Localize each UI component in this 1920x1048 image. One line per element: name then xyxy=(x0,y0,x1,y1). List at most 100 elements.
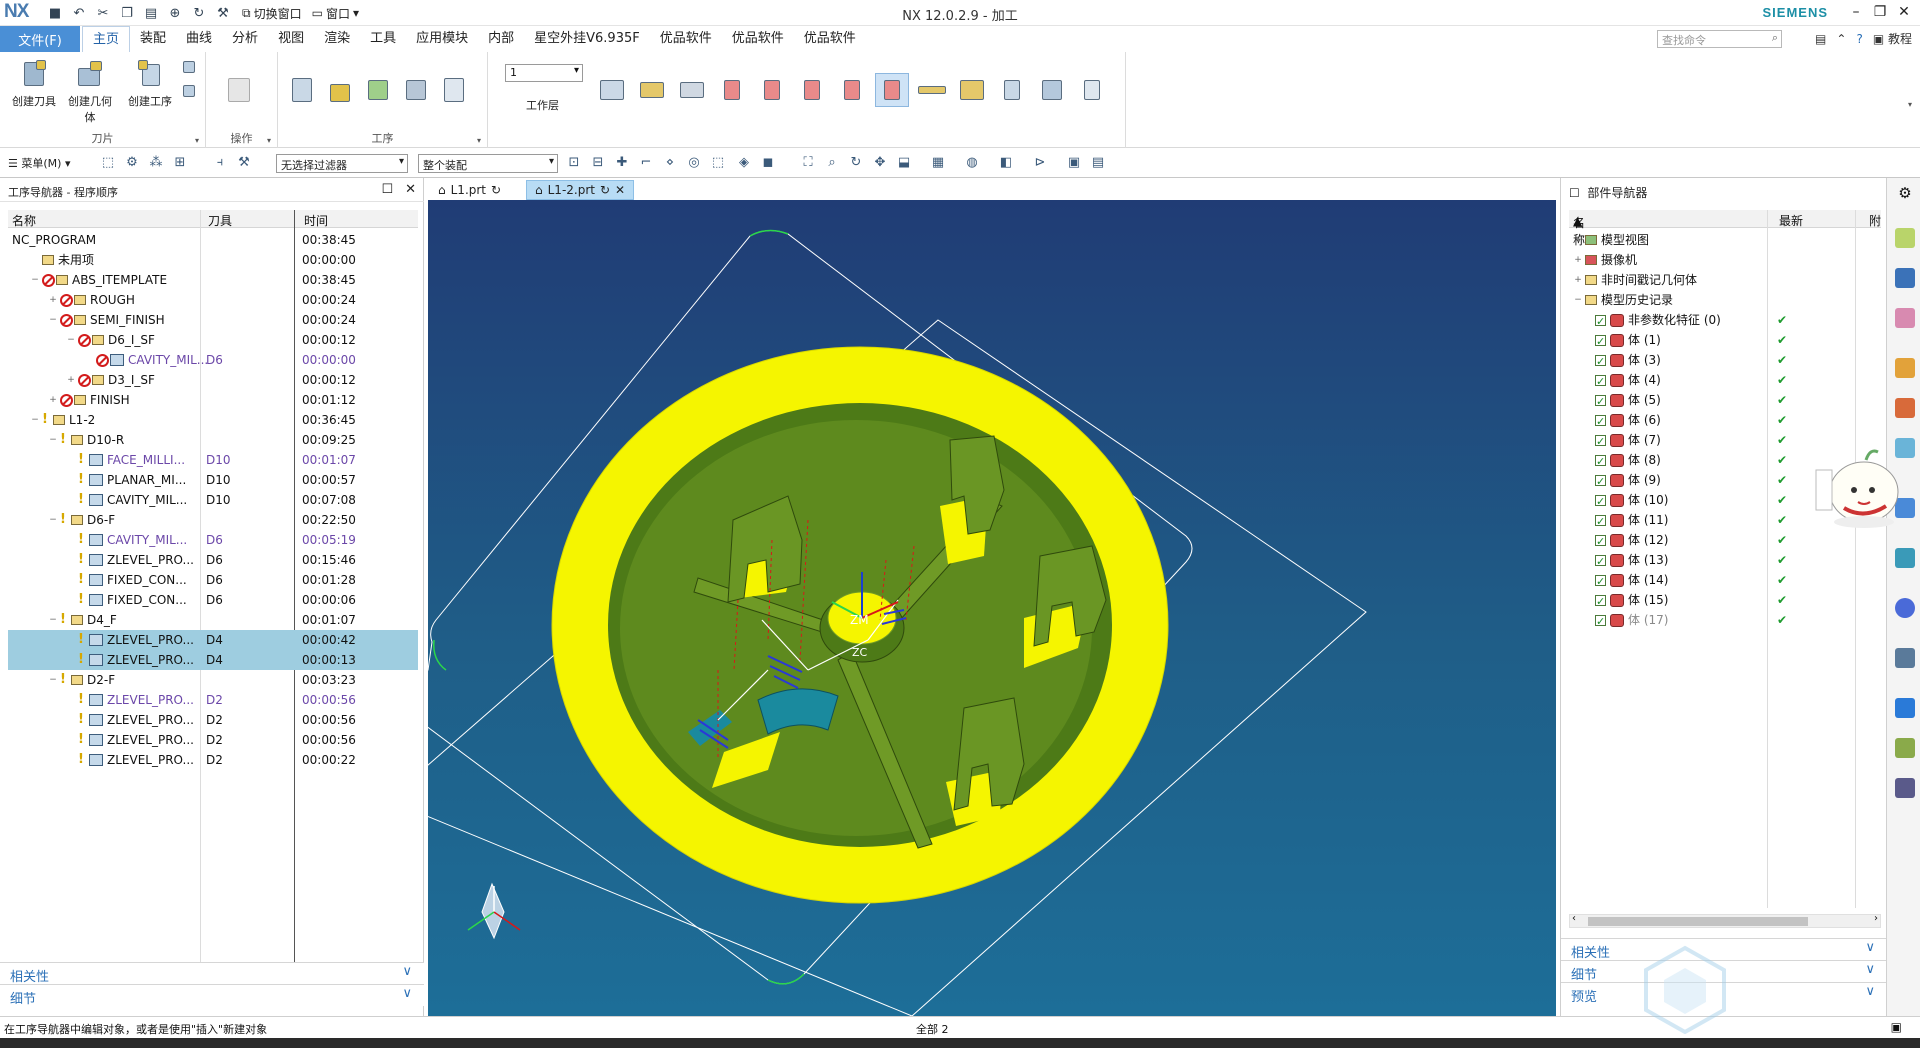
rotate-view-icon[interactable]: ↻ xyxy=(848,155,864,171)
collapse-icon[interactable]: − xyxy=(48,670,58,690)
select-all-icon[interactable]: ⊡ xyxy=(566,155,582,171)
tab-8[interactable]: 内部 xyxy=(478,26,524,52)
expand-icon[interactable]: + xyxy=(48,290,58,310)
box-select-icon[interactable]: ⬚ xyxy=(710,155,726,171)
list-item[interactable]: 体 (14) ✔ xyxy=(1569,570,1881,592)
switch-window-button[interactable]: ⧉ 切换窗口 xyxy=(242,5,302,22)
collapse-icon[interactable]: − xyxy=(66,330,76,350)
column-tool[interactable]: 刀具 xyxy=(208,212,232,229)
create-operation-button[interactable]: 创建工序 xyxy=(124,58,176,109)
list-item[interactable]: 体 (15) ✔ xyxy=(1569,590,1881,612)
measure-angle-icon[interactable] xyxy=(956,74,988,106)
list-item[interactable]: 体 (4) ✔ xyxy=(1569,370,1881,392)
show-hide-icon[interactable]: ⊳ xyxy=(1032,155,1048,171)
tab-12[interactable]: 优品软件 xyxy=(794,26,866,52)
roles-icon[interactable] xyxy=(1895,778,1915,798)
list-item[interactable]: 体 (17) ✔ xyxy=(1569,610,1881,632)
table-row[interactable]: ! ZLEVEL_PRO... D2 00:00:56 xyxy=(8,690,418,710)
table-row[interactable]: − ABS_ITEMPLATE 00:38:45 xyxy=(8,270,418,290)
visibility-checkbox[interactable] xyxy=(1595,412,1606,432)
expand-icon[interactable]: + xyxy=(1573,230,1583,250)
copy-icon[interactable]: ❐ xyxy=(118,4,136,22)
measure-distance-icon[interactable] xyxy=(916,74,948,106)
collapse-icon[interactable]: − xyxy=(30,270,40,290)
visibility-checkbox[interactable] xyxy=(1595,472,1606,492)
collapse-icon[interactable]: − xyxy=(48,510,58,530)
table-row[interactable]: + D3_I_SF 00:00:12 xyxy=(8,370,418,390)
render-style-icon[interactable]: ▦ xyxy=(930,155,946,171)
list-item[interactable]: − 模型历史记录 xyxy=(1569,290,1881,310)
machine-navigator-tab-icon[interactable] xyxy=(1895,268,1915,288)
file-menu-button[interactable]: 文件(F) xyxy=(0,26,80,52)
work-layer-select[interactable]: 1 xyxy=(505,64,583,82)
list-item[interactable]: + 模型视图 xyxy=(1569,230,1881,250)
type-filter-icon[interactable]: ⚙ xyxy=(124,155,140,171)
table-row[interactable]: ! ZLEVEL_PRO... D4 00:00:13 xyxy=(8,650,418,670)
table-row[interactable]: ! FACE_MILLI... D10 00:01:07 xyxy=(8,450,418,470)
visibility-checkbox[interactable] xyxy=(1595,372,1606,392)
group-expand-icon[interactable]: ▾ xyxy=(195,136,199,145)
mid-point-icon[interactable]: ⋄ xyxy=(662,155,678,171)
visibility-checkbox[interactable] xyxy=(1595,512,1606,532)
table-row[interactable]: −! D2-F 00:03:23 xyxy=(8,670,418,690)
undo-icon[interactable]: ↶ xyxy=(70,4,88,22)
window-menu-button[interactable]: ▭ 窗口 ▾ xyxy=(312,5,359,22)
tool-copy-icon[interactable] xyxy=(182,84,198,100)
window-list-icon[interactable]: ▤ xyxy=(1815,32,1826,46)
create-geometry-button[interactable]: 创建几何体 xyxy=(64,58,116,125)
table-row[interactable]: ! FIXED_CON... D6 00:01:28 xyxy=(8,570,418,590)
assembly-navigator-icon[interactable] xyxy=(1895,358,1915,378)
table-row[interactable]: ! ZLEVEL_PRO... D2 00:00:56 xyxy=(8,710,418,730)
clock-icon[interactable] xyxy=(1895,598,1915,618)
wcs-origin-icon[interactable] xyxy=(756,74,788,106)
tab-9[interactable]: 星空外挂V6.935F xyxy=(524,26,650,52)
section-view-icon[interactable]: ◧ xyxy=(998,155,1014,171)
wcs-orient-icon[interactable] xyxy=(875,73,909,107)
visibility-checkbox[interactable] xyxy=(1595,572,1606,592)
collapse-icon[interactable]: − xyxy=(1573,290,1583,310)
visibility-checkbox[interactable] xyxy=(1595,452,1606,472)
collapse-icon[interactable]: − xyxy=(48,310,58,330)
visibility-checkbox[interactable] xyxy=(1595,332,1606,352)
expand-icon[interactable]: + xyxy=(1573,250,1583,270)
tab-5[interactable]: 渲染 xyxy=(314,26,360,52)
tab-7[interactable]: 应用模块 xyxy=(406,26,478,52)
visibility-checkbox[interactable] xyxy=(1595,492,1606,512)
history-icon[interactable] xyxy=(1895,548,1915,568)
table-row[interactable]: CAVITY_MIL... D6 00:00:00 xyxy=(8,350,418,370)
cut-icon[interactable]: ✂ xyxy=(94,4,112,22)
column-latest[interactable]: 最新 xyxy=(1779,212,1803,229)
visibility-checkbox[interactable] xyxy=(1595,392,1606,412)
table-row[interactable]: 未用项 00:00:00 xyxy=(8,250,418,270)
expand-icon[interactable]: + xyxy=(1573,270,1583,290)
visibility-checkbox[interactable] xyxy=(1595,612,1606,632)
shaded-icon[interactable]: ◼ xyxy=(760,155,776,171)
tab-l1-prt[interactable]: ⌂ L1.prt ↻ xyxy=(430,180,509,200)
table-row[interactable]: −! D6-F 00:22:50 xyxy=(8,510,418,530)
column-time[interactable]: 时间 xyxy=(304,212,328,229)
table-row[interactable]: − SEMI_FINISH 00:00:24 xyxy=(8,310,418,330)
table-row[interactable]: − D6_I_SF 00:00:12 xyxy=(8,330,418,350)
fit-view-icon[interactable]: ⛶ xyxy=(800,155,816,171)
close-tab-icon[interactable]: ✕ xyxy=(615,183,625,197)
assembly-scope-combo[interactable]: 整个装配 xyxy=(418,154,558,173)
table-row[interactable]: ! CAVITY_MIL... D10 00:07:08 xyxy=(8,490,418,510)
edge-style-icon[interactable]: ◍ xyxy=(964,155,980,171)
scroll-thumb[interactable] xyxy=(1588,917,1808,926)
visibility-checkbox[interactable] xyxy=(1595,532,1606,552)
list-item[interactable]: 体 (5) ✔ xyxy=(1569,390,1881,412)
reuse-library-icon[interactable] xyxy=(1895,738,1915,758)
gear-icon[interactable]: ⚙ xyxy=(1895,184,1915,204)
table-row[interactable]: NC_PROGRAM 00:38:45 xyxy=(8,230,418,250)
table-row[interactable]: −! D4_F 00:01:07 xyxy=(8,610,418,630)
measure-arc-icon[interactable] xyxy=(996,74,1028,106)
list-item[interactable]: 体 (12) ✔ xyxy=(1569,530,1881,552)
create-tool-button[interactable]: 创建刀具 xyxy=(8,58,60,109)
table-row[interactable]: ! ZLEVEL_PRO... D2 00:00:56 xyxy=(8,730,418,750)
selection-filter-combo[interactable]: 无选择过滤器 xyxy=(276,154,408,173)
scroll-right-icon[interactable]: › xyxy=(1874,913,1878,924)
select-filter-icon[interactable]: ⬚ xyxy=(100,155,116,171)
group-expand-icon[interactable]: ▾ xyxy=(477,136,481,145)
point-snap-icon[interactable]: ✚ xyxy=(614,155,630,171)
move-to-layer-icon[interactable] xyxy=(636,74,668,106)
